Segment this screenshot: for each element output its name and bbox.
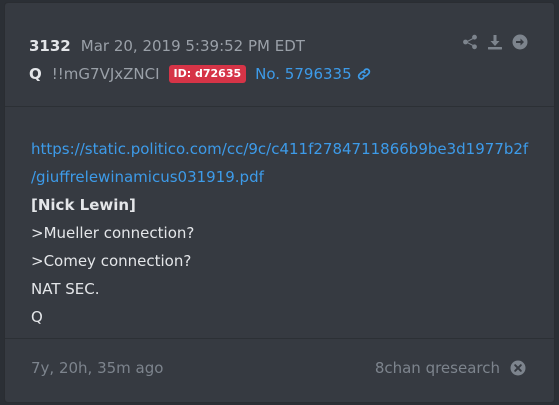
source-label: 8chan qresearch (374, 359, 500, 377)
post-number: 3132 (29, 37, 71, 55)
tripcode: !!mG7VJxZNCI (51, 65, 160, 83)
post-text-line: [Nick Lewin] (31, 196, 136, 214)
post-body: https://static.politico.com/cc/9c/c411f2… (31, 135, 544, 331)
post-header: 3132 Mar 20, 2019 5:39:52 PM EDT Q !!mG7… (5, 3, 554, 107)
post-url-link-line1[interactable]: https://static.politico.com/cc/9c/c411f2… (31, 135, 544, 163)
id-badge: ID: d72635 (168, 65, 247, 83)
share-icon[interactable] (462, 34, 478, 50)
link-icon[interactable] (357, 67, 371, 81)
post-footer: 7y, 20h, 35m ago 8chan qresearch (5, 338, 554, 402)
post-card: 3132 Mar 20, 2019 5:39:52 PM EDT Q !!mG7… (4, 2, 555, 403)
post-text-line: Q (31, 308, 43, 326)
post-text-line: >Comey connection? (31, 252, 192, 270)
post-actions (462, 34, 528, 50)
close-circle-icon[interactable] (510, 360, 526, 376)
download-icon[interactable] (487, 34, 503, 50)
arrow-right-circle-icon[interactable] (512, 34, 528, 50)
post-number-link[interactable]: No. 5796335 (255, 65, 370, 83)
post-url-link-line2[interactable]: /giuffrelewinamicus031919.pdf (31, 163, 544, 191)
post-text-line: NAT SEC. (31, 280, 100, 298)
post-text-line: >Mueller connection? (31, 224, 195, 242)
post-date: Mar 20, 2019 5:39:52 PM EDT (80, 37, 305, 55)
time-ago: 7y, 20h, 35m ago (31, 359, 164, 377)
author-name: Q (29, 65, 42, 83)
source-board: 8chan qresearch (375, 359, 526, 377)
post-meta-row: 3132 Mar 20, 2019 5:39:52 PM EDT (29, 35, 305, 57)
post-number-link-label: No. 5796335 (255, 65, 352, 83)
post-author-row: Q !!mG7VJxZNCI ID: d72635 No. 5796335 (29, 63, 371, 85)
